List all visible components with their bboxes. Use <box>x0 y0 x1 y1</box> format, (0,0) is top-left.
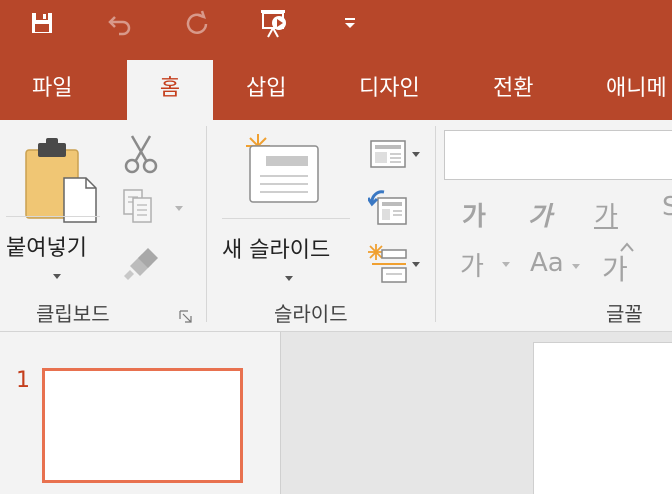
customize-qat-button[interactable] <box>333 6 367 40</box>
grow-font-button[interactable]: 가 <box>602 242 642 286</box>
italic-button[interactable]: 가 <box>528 196 552 233</box>
redo-button[interactable] <box>180 6 214 40</box>
ribbon-tabs: 파일 홈 삽입 디자인 전환 애니메 <box>0 60 672 120</box>
layout-dropdown-arrow[interactable] <box>412 152 420 157</box>
cut-button[interactable] <box>122 134 160 174</box>
new-slide-button[interactable]: 새 슬라이드 <box>222 130 350 281</box>
format-painter-icon <box>124 248 158 280</box>
format-painter-button[interactable] <box>122 246 162 282</box>
new-slide-label: 새 슬라이드 <box>222 238 331 263</box>
strikethrough-button[interactable]: S <box>662 192 672 222</box>
split-divider <box>6 216 100 217</box>
change-case-glyph: Aa <box>530 248 564 278</box>
section-button[interactable] <box>368 244 424 284</box>
title-bar <box>0 0 672 60</box>
new-slide-icon <box>246 134 319 203</box>
new-slide-dropdown-arrow[interactable] <box>285 276 293 281</box>
bold-button[interactable]: 가 <box>462 196 486 233</box>
undo-icon <box>108 16 131 36</box>
grow-font-glyph: 가 <box>602 253 628 286</box>
slides-group-label: 슬라이드 <box>274 302 348 326</box>
paste-button[interactable]: 붙여넣기 <box>6 128 102 279</box>
workspace: 1 <box>0 332 672 494</box>
ribbon: 붙여넣기 클립보드 새 슬라이드 슬라이드 가 가 가 S 가 Aa 가 글꼴 <box>0 120 672 332</box>
shadow-effect-button[interactable]: 가 <box>458 250 514 284</box>
undo-button[interactable] <box>103 6 137 40</box>
reset-icon <box>366 190 407 225</box>
slide-thumbnails-pane: 1 <box>0 332 281 494</box>
slide-editor-canvas[interactable] <box>533 342 672 494</box>
copy-dropdown-arrow[interactable] <box>175 206 183 211</box>
tab-file[interactable]: 파일 <box>14 60 90 120</box>
paste-label: 붙여넣기 <box>6 236 87 261</box>
tab-design[interactable]: 디자인 <box>341 60 438 120</box>
font-group-label: 글꼴 <box>606 302 643 326</box>
reset-slide-button[interactable] <box>366 190 408 226</box>
clipboard-group-label: 클립보드 <box>36 302 110 326</box>
customize-dropdown-icon <box>345 18 355 28</box>
copy-button[interactable] <box>122 188 188 228</box>
save-button[interactable] <box>25 6 59 40</box>
split-divider <box>222 218 350 219</box>
tab-insert[interactable]: 삽입 <box>228 60 304 120</box>
slide-number: 1 <box>16 368 30 393</box>
scissors-icon <box>124 135 158 174</box>
change-case-button[interactable]: Aa <box>528 248 584 284</box>
tab-transitions[interactable]: 전환 <box>475 60 551 120</box>
save-icon <box>32 13 52 33</box>
start-slideshow-button[interactable] <box>257 6 291 40</box>
layout-button[interactable] <box>370 140 422 170</box>
layout-icon <box>370 140 406 168</box>
dialog-launcher-icon <box>179 310 192 323</box>
redo-icon <box>186 10 208 34</box>
copy-icon <box>123 189 152 223</box>
font-name-box[interactable] <box>444 130 672 180</box>
shadow-effect-glyph: 가 <box>460 252 484 282</box>
group-separator <box>206 126 207 322</box>
shadow-effect-dropdown[interactable] <box>502 262 510 267</box>
section-dropdown-arrow[interactable] <box>412 262 420 267</box>
slide-thumbnail[interactable] <box>42 368 243 483</box>
tab-home[interactable]: 홈 <box>127 60 213 120</box>
section-icon <box>368 244 407 283</box>
clipboard-dialog-launcher[interactable] <box>179 309 193 323</box>
tab-animations[interactable]: 애니메 <box>588 60 672 120</box>
grow-arrow-icon <box>620 242 634 252</box>
underline-button[interactable]: 가 <box>594 196 618 233</box>
change-case-dropdown[interactable] <box>572 264 580 269</box>
start-slideshow-icon <box>261 10 286 38</box>
paste-dropdown-arrow[interactable] <box>53 274 61 279</box>
group-separator <box>435 126 436 322</box>
paste-icon <box>25 138 97 223</box>
